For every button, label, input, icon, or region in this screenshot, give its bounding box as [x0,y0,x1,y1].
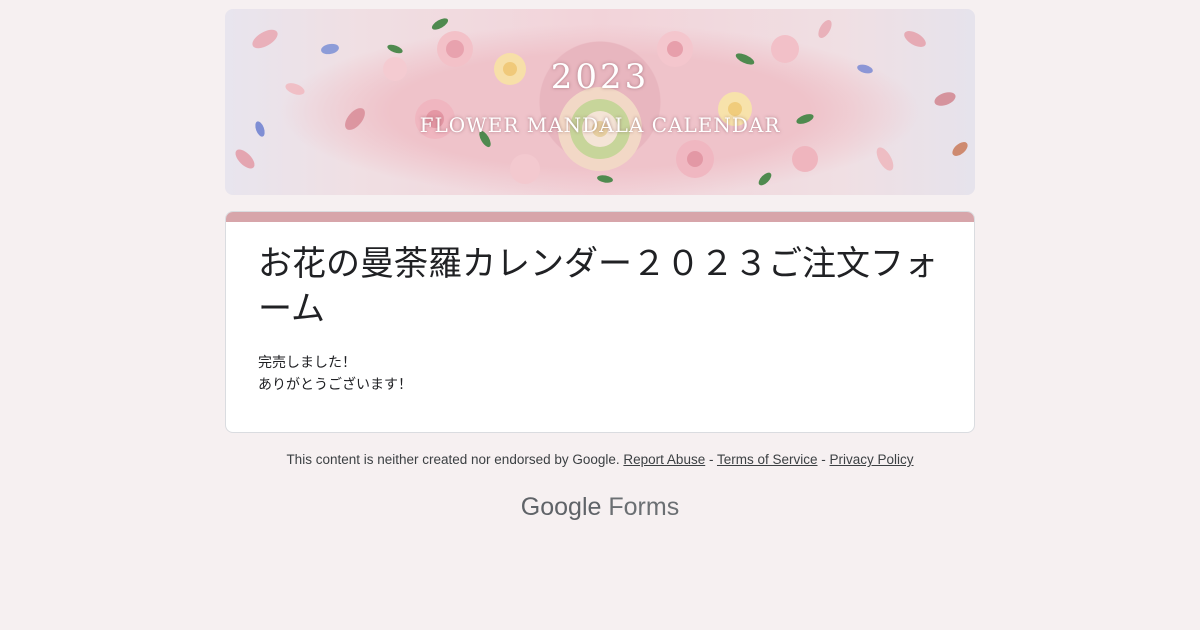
description-line: 完売しました！ [258,355,356,371]
header-banner-image: 2023 FLOWER MANDALA CALENDAR [225,9,975,195]
report-abuse-link[interactable]: Report Abuse [623,452,705,467]
page: 2023 FLOWER MANDALA CALENDAR お花の曼荼羅カレンダー… [0,0,1200,630]
banner-caption: FLOWER MANDALA CALENDAR [419,113,781,137]
form-column: 2023 FLOWER MANDALA CALENDAR お花の曼荼羅カレンダー… [225,9,975,433]
form-description: 完売しました！ ありがとうございます！ [258,352,942,396]
footer: This content is neither created nor endo… [0,452,1200,467]
flower-petals-illustration [235,18,968,186]
footer-separator: - [705,452,717,467]
forms-wordmark: Forms [608,493,680,521]
banner-year: 2023 [550,57,650,97]
form-header-card: お花の曼荼羅カレンダー２０２３ご注文フォーム 完売しました！ ありがとうございま… [225,211,975,433]
footer-separator: - [817,452,830,467]
card-accent-bar [226,212,974,222]
description-line: ありがとうございます！ [258,377,412,393]
google-wordmark: Google [520,493,602,521]
footer-disclaimer: This content is neither created nor endo… [286,452,620,467]
google-forms-logo[interactable]: Google Forms [0,493,1200,522]
form-title: お花の曼荼羅カレンダー２０２３ご注文フォーム [258,244,938,329]
privacy-policy-link[interactable]: Privacy Policy [830,452,914,467]
terms-of-service-link[interactable]: Terms of Service [717,452,818,467]
